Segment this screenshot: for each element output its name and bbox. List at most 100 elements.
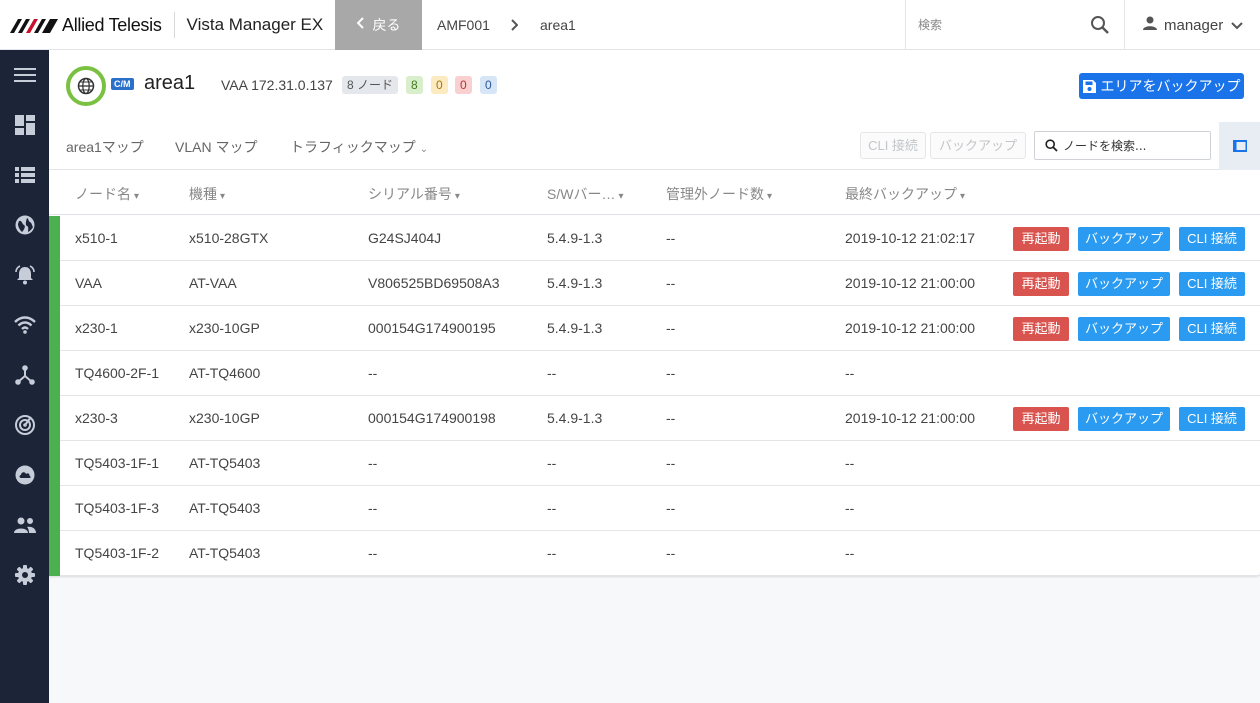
cell-sw-version: -- [547,500,557,516]
cli-connect-button[interactable]: CLI 接続 [1179,272,1245,296]
sidebar-item-radar[interactable] [0,405,49,445]
table-row[interactable]: x230-1 x230-10GP 000154G174900195 5.4.9-1.3… [49,306,1260,351]
cell-model: AT-VAA [189,275,237,291]
cli-connect-button[interactable]: CLI 接続 [1179,227,1245,251]
table-row[interactable]: x230-3 x230-10GP 000154G174900198 5.4.9-1.3… [49,396,1260,441]
backup-button[interactable]: バックアップ [1078,272,1170,296]
sidebar-item-cloud[interactable] [0,455,49,495]
column-model-label: 機種 [189,186,217,202]
row-status-indicator [49,531,60,576]
reboot-button[interactable]: 再起動 [1013,272,1069,296]
cell-node-name: TQ4600-2F-1 [75,365,160,381]
cell-last-backup: 2019-10-12 21:00:00 [845,275,975,291]
backup-area-label: エリアをバックアップ [1100,78,1241,94]
reboot-button[interactable]: 再起動 [1013,407,1069,431]
cell-node-name: x230-3 [75,410,118,426]
cell-serial: -- [368,500,378,516]
tab-vlan-map[interactable]: VLAN マップ [175,137,257,157]
cell-last-backup: 2019-10-12 21:02:17 [845,230,975,246]
cell-node-name: TQ5403-1F-1 [75,455,160,471]
cell-unmanaged-nodes: -- [666,545,676,561]
cell-model: x230-10GP [189,410,260,426]
user-name: manager [1164,16,1224,34]
area-globe-icon [66,66,106,106]
row-status-indicator [49,261,60,306]
allied-telesis-logo[interactable]: Allied Telesis [10,15,162,36]
column-last-backup[interactable]: 最終バックアップ ▾ [845,184,965,204]
backup-button-disabled[interactable]: バックアップ [930,132,1026,159]
sidebar-item-settings[interactable] [0,555,49,595]
sidebar [0,50,49,703]
sort-caret-icon: ▾ [454,191,460,202]
table-row[interactable]: TQ5403-1F-2 AT-TQ5403 -- -- -- -- [49,531,1260,576]
reboot-button[interactable]: 再起動 [1013,317,1069,341]
cell-last-backup: 2019-10-12 21:00:00 [845,320,975,336]
user-icon [1142,15,1158,35]
user-menu[interactable]: manager [1142,0,1243,50]
breadcrumb-area1[interactable]: area1 [540,0,576,50]
row-status-indicator [49,306,60,351]
table-row[interactable]: TQ5403-1F-3 AT-TQ5403 -- -- -- -- [49,486,1260,531]
cell-model: x230-10GP [189,320,260,336]
global-search-input[interactable] [918,14,1078,36]
node-search-input[interactable] [1063,137,1203,155]
sidebar-item-users[interactable] [0,505,49,545]
tab-area-map[interactable]: area1マップ [66,137,144,157]
save-icon [1082,79,1096,93]
cell-node-name: x230-1 [75,320,118,336]
users-icon [13,517,36,533]
column-sw-version[interactable]: S/Wバー… ▾ [547,184,623,204]
cell-node-name: x510-1 [75,230,118,246]
brand: Allied Telesis Vista Manager EX [10,0,323,50]
sidebar-item-wireless[interactable] [0,305,49,345]
vaa-address: VAA 172.31.0.137 [221,77,333,93]
backup-button[interactable]: バックアップ [1078,407,1170,431]
search-icon[interactable] [1090,15,1110,39]
sidebar-item-globe[interactable] [0,205,49,245]
cell-last-backup: 2019-10-12 21:00:00 [845,410,975,426]
tab-traffic-map[interactable]: トラフィックマップ ⌄ [290,137,428,157]
row-status-indicator [49,396,60,441]
sidebar-item-dashboard[interactable] [0,105,49,145]
sidebar-item-topology[interactable] [0,355,49,395]
node-search [1034,131,1211,160]
backup-area-button[interactable]: エリアをバックアップ [1079,73,1244,99]
sidebar-item-alarms[interactable] [0,255,49,295]
cell-sw-version: 5.4.9-1.3 [547,230,603,246]
globe-icon [15,215,34,235]
cli-connect-button[interactable]: CLI 接続 [1179,317,1245,341]
cell-node-name: TQ5403-1F-3 [75,500,160,516]
brand-name: Allied Telesis [62,14,162,35]
column-model[interactable]: 機種 ▾ [189,184,225,204]
backup-button[interactable]: バックアップ [1078,227,1170,251]
back-button[interactable]: 戻る [335,0,422,50]
table-row[interactable]: x510-1 x510-28GTX G24SJ404J 5.4.9-1.3 -- 2019… [49,216,1260,261]
cell-last-backup: -- [845,365,855,381]
table-row[interactable]: TQ5403-1F-1 AT-TQ5403 -- -- -- -- [49,441,1260,486]
table-row[interactable]: TQ4600-2F-1 AT-TQ4600 -- -- -- -- [49,351,1260,396]
cloud-icon [15,465,34,485]
sidebar-menu-toggle[interactable] [0,55,49,95]
list-icon [14,167,35,183]
sort-caret-icon: ▾ [960,191,966,202]
back-label: 戻る [372,18,401,34]
column-last-backup-label: 最終バックアップ [845,186,957,202]
column-serial[interactable]: シリアル番号 ▾ [368,184,460,204]
cell-sw-version: -- [547,545,557,561]
breadcrumb-amf001[interactable]: AMF001 [437,0,490,50]
cell-unmanaged-nodes: -- [666,275,676,291]
cell-unmanaged-nodes: -- [666,500,676,516]
column-unmanaged-nodes[interactable]: 管理外ノード数 ▾ [666,184,772,204]
panel-toggle-button[interactable] [1219,122,1260,170]
cell-node-name: VAA [75,275,102,291]
cell-serial: -- [368,455,378,471]
reboot-button[interactable]: 再起動 [1013,227,1069,251]
table-row[interactable]: VAA AT-VAA V806525BD69508A3 5.4.9-1.3 -- 2019… [49,261,1260,306]
backup-button[interactable]: バックアップ [1078,317,1170,341]
app-name: Vista Manager EX [186,15,324,34]
cli-connect-button[interactable]: CLI 接続 [1179,407,1245,431]
cli-connect-button-disabled[interactable]: CLI 接続 [860,132,926,159]
sort-caret-icon: ▾ [134,191,140,202]
column-node-name[interactable]: ノード名 ▾ [75,184,139,204]
sidebar-item-list[interactable] [0,155,49,195]
